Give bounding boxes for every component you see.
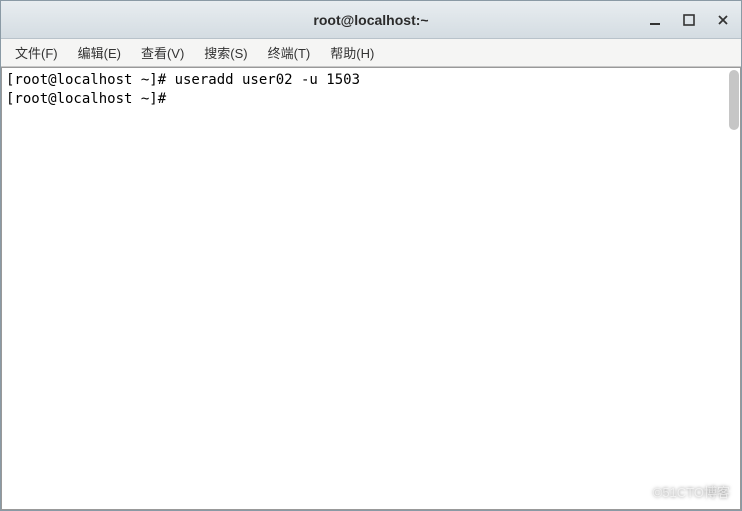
minimize-button[interactable] bbox=[645, 10, 665, 30]
minimize-icon bbox=[649, 14, 661, 26]
titlebar[interactable]: root@localhost:~ bbox=[1, 1, 741, 39]
terminal-line: [root@localhost ~]# bbox=[6, 91, 175, 107]
close-icon bbox=[717, 14, 729, 26]
menu-edit[interactable]: 编辑(E) bbox=[70, 40, 129, 65]
window-controls bbox=[645, 1, 733, 38]
terminal-line: [root@localhost ~]# useradd user02 -u 15… bbox=[6, 72, 360, 88]
menu-view[interactable]: 查看(V) bbox=[133, 40, 192, 65]
terminal-window: root@localhost:~ 文件(F) 编辑(E) 查看 bbox=[0, 0, 742, 511]
scrollbar[interactable] bbox=[726, 68, 740, 509]
maximize-icon bbox=[683, 14, 695, 26]
menu-terminal[interactable]: 终端(T) bbox=[260, 40, 319, 65]
window-title: root@localhost:~ bbox=[313, 12, 428, 28]
scrollbar-thumb[interactable] bbox=[729, 70, 739, 130]
menu-file[interactable]: 文件(F) bbox=[7, 40, 66, 65]
menubar: 文件(F) 编辑(E) 查看(V) 搜索(S) 终端(T) 帮助(H) bbox=[1, 39, 741, 67]
maximize-button[interactable] bbox=[679, 10, 699, 30]
close-button[interactable] bbox=[713, 10, 733, 30]
terminal-output[interactable]: [root@localhost ~]# useradd user02 -u 15… bbox=[1, 67, 741, 510]
menu-help[interactable]: 帮助(H) bbox=[322, 40, 382, 65]
menu-search[interactable]: 搜索(S) bbox=[196, 40, 255, 65]
